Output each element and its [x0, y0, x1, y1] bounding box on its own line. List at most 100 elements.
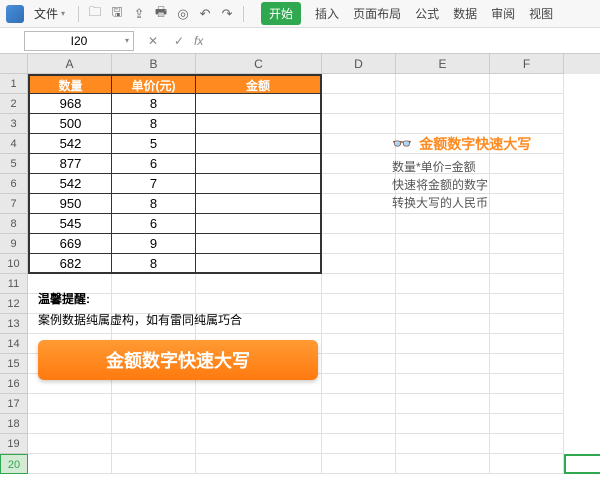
cell[interactable] [396, 294, 490, 314]
cell[interactable] [490, 434, 564, 454]
table-cell[interactable]: 8 [112, 254, 196, 274]
cell[interactable] [396, 274, 490, 294]
file-menu[interactable]: 文件 [28, 3, 71, 24]
row-header[interactable]: 9 [0, 234, 28, 254]
cell[interactable] [490, 114, 564, 134]
cell[interactable] [396, 74, 490, 94]
row-header[interactable]: 18 [0, 414, 28, 434]
cell[interactable] [322, 354, 396, 374]
row-header[interactable]: 11 [0, 274, 28, 294]
tab-review[interactable]: 审阅 [491, 5, 515, 22]
cell[interactable] [322, 434, 396, 454]
cell[interactable] [490, 234, 564, 254]
tab-start[interactable]: 开始 [261, 2, 301, 25]
open-icon[interactable]: 🗀 [86, 5, 104, 23]
cell[interactable] [396, 374, 490, 394]
row-header[interactable]: 7 [0, 194, 28, 214]
table-header[interactable]: 单价(元) [112, 74, 196, 94]
row-header[interactable]: 5 [0, 154, 28, 174]
export-icon[interactable]: ⇪ [130, 5, 148, 23]
cell[interactable] [28, 434, 112, 454]
cell[interactable] [396, 234, 490, 254]
cell[interactable] [490, 314, 564, 334]
table-header[interactable]: 金额 [196, 74, 322, 94]
col-header-B[interactable]: B [112, 54, 196, 74]
cell[interactable] [396, 254, 490, 274]
cell[interactable] [322, 194, 396, 214]
tab-data[interactable]: 数据 [453, 5, 477, 22]
col-header-E[interactable]: E [396, 54, 490, 74]
cell[interactable] [396, 414, 490, 434]
row-header[interactable]: 17 [0, 394, 28, 414]
cell[interactable] [396, 354, 490, 374]
cell[interactable] [322, 174, 396, 194]
cell[interactable] [322, 234, 396, 254]
select-all-corner[interactable] [0, 54, 28, 74]
cell[interactable] [396, 114, 490, 134]
cell[interactable] [196, 414, 322, 434]
cell[interactable] [490, 214, 564, 234]
cell[interactable] [322, 114, 396, 134]
table-cell[interactable]: 877 [28, 154, 112, 174]
cell[interactable] [396, 454, 490, 474]
cell[interactable] [490, 374, 564, 394]
table-cell[interactable]: 950 [28, 194, 112, 214]
name-box[interactable]: I20 [24, 31, 134, 51]
table-cell[interactable]: 8 [112, 114, 196, 134]
tab-layout[interactable]: 页面布局 [353, 5, 401, 22]
tab-insert[interactable]: 插入 [315, 5, 339, 22]
table-cell[interactable]: 545 [28, 214, 112, 234]
row-header[interactable]: 15 [0, 354, 28, 374]
cell[interactable] [196, 454, 322, 474]
cell[interactable] [112, 434, 196, 454]
cell[interactable] [322, 414, 396, 434]
row-header[interactable]: 6 [0, 174, 28, 194]
cell[interactable] [112, 414, 196, 434]
table-cell[interactable]: 9 [112, 234, 196, 254]
col-header-C[interactable]: C [196, 54, 322, 74]
cell[interactable] [396, 94, 490, 114]
save-icon[interactable]: 🖫 [108, 5, 126, 23]
table-cell[interactable]: 5 [112, 134, 196, 154]
formula-input[interactable] [209, 31, 600, 51]
cell[interactable] [396, 314, 490, 334]
cell[interactable] [490, 334, 564, 354]
table-cell[interactable]: 6 [112, 154, 196, 174]
table-cell[interactable]: 968 [28, 94, 112, 114]
table-cell[interactable] [196, 214, 322, 234]
table-cell[interactable] [196, 134, 322, 154]
cell[interactable] [490, 394, 564, 414]
table-cell[interactable] [196, 234, 322, 254]
row-header[interactable]: 13 [0, 314, 28, 334]
table-cell[interactable] [196, 154, 322, 174]
cell[interactable] [322, 454, 396, 474]
table-cell[interactable]: 7 [112, 174, 196, 194]
table-cell[interactable]: 542 [28, 134, 112, 154]
col-header-F[interactable]: F [490, 54, 564, 74]
cell[interactable] [490, 254, 564, 274]
cell[interactable] [196, 394, 322, 414]
cell[interactable] [112, 394, 196, 414]
print-icon[interactable]: 🖶 [152, 5, 170, 23]
cell[interactable] [322, 394, 396, 414]
cell[interactable] [196, 434, 322, 454]
table-cell[interactable]: 8 [112, 94, 196, 114]
row-header[interactable]: 20 [0, 454, 28, 474]
table-cell[interactable]: 682 [28, 254, 112, 274]
table-cell[interactable]: 8 [112, 194, 196, 214]
table-cell[interactable] [196, 114, 322, 134]
row-header[interactable]: 19 [0, 434, 28, 454]
row-header[interactable]: 3 [0, 114, 28, 134]
cell[interactable] [28, 414, 112, 434]
row-header[interactable]: 8 [0, 214, 28, 234]
row-header[interactable]: 14 [0, 334, 28, 354]
cell[interactable] [322, 94, 396, 114]
cell[interactable] [490, 454, 564, 474]
cell[interactable] [322, 134, 396, 154]
table-cell[interactable] [196, 254, 322, 274]
cell[interactable] [490, 274, 564, 294]
col-header-D[interactable]: D [322, 54, 396, 74]
table-header[interactable]: 数量 [28, 74, 112, 94]
table-cell[interactable]: 500 [28, 114, 112, 134]
table-cell[interactable]: 542 [28, 174, 112, 194]
